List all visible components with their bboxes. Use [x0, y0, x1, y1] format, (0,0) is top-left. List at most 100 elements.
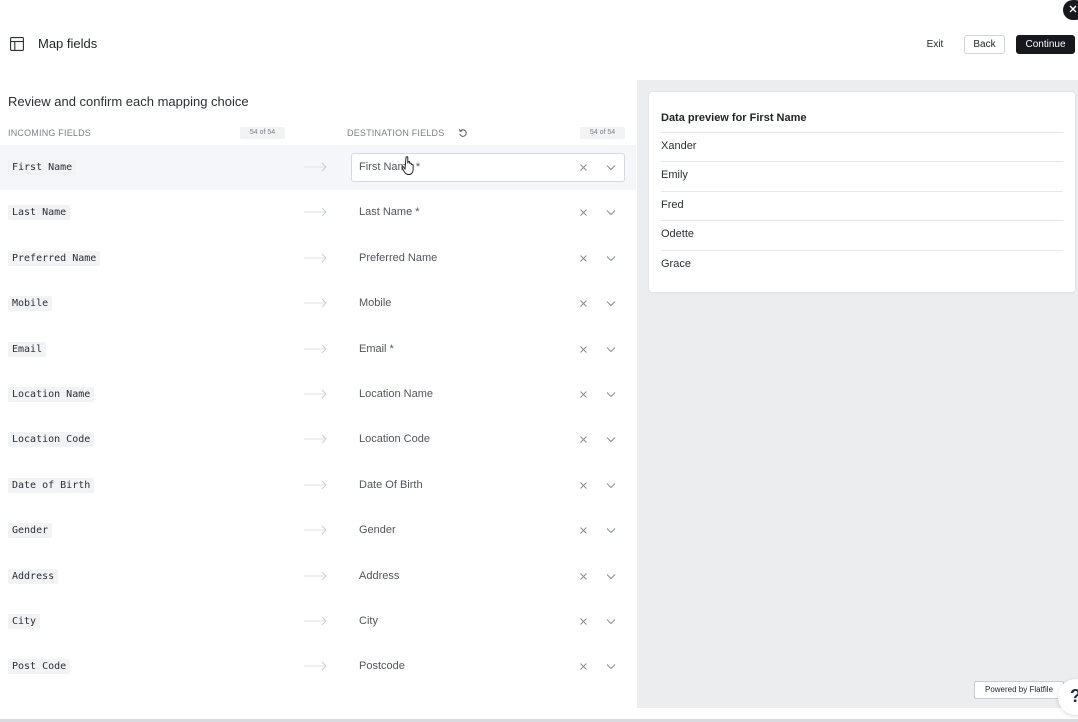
- preview-value: Odette: [661, 220, 1063, 249]
- destination-field-select[interactable]: Location Code: [351, 425, 625, 454]
- incoming-field-name: Email: [8, 341, 47, 357]
- close-icon[interactable]: [579, 390, 588, 399]
- incoming-field-name: Preferred Name: [8, 250, 101, 266]
- arrow-right-icon: [304, 435, 327, 444]
- arrow-right-icon: [304, 571, 327, 580]
- mapping-row: Last Name Last Name *: [0, 190, 636, 235]
- mapping-panel: Review and confirm each mapping choice I…: [0, 80, 636, 722]
- preview-value: Grace: [661, 249, 1063, 279]
- destination-field-label: Mobile: [359, 297, 392, 310]
- close-icon[interactable]: [579, 435, 588, 444]
- incoming-field-name: Mobile: [8, 296, 53, 312]
- destination-field-select[interactable]: First Name *: [351, 153, 625, 182]
- table-icon: [10, 37, 24, 51]
- destination-field-select[interactable]: City: [351, 607, 625, 636]
- destination-fields-header: DESTINATION FIELDS: [347, 128, 445, 138]
- incoming-field-name: Gender: [8, 523, 53, 539]
- close-icon[interactable]: [579, 572, 588, 581]
- destination-field-select[interactable]: Date Of Birth: [351, 471, 625, 500]
- close-icon[interactable]: [579, 163, 588, 172]
- chevron-down-icon[interactable]: [606, 300, 616, 307]
- close-icon: [1069, 5, 1077, 13]
- incoming-field-name: Post Code: [8, 659, 71, 675]
- destination-field-label: Address: [359, 569, 400, 582]
- close-icon[interactable]: [579, 254, 588, 263]
- destination-field-label: City: [359, 615, 378, 627]
- mapping-row: Location Code Location Code: [0, 417, 636, 462]
- destination-field-label: Gender: [359, 524, 396, 537]
- destination-field-label: Postcode: [359, 660, 405, 673]
- incoming-field-name: City: [8, 614, 41, 629]
- chevron-down-icon[interactable]: [606, 164, 616, 171]
- destination-field-select[interactable]: Location Name: [351, 380, 625, 409]
- back-button[interactable]: Back: [964, 35, 1005, 54]
- destination-field-label: Date Of Birth: [359, 478, 423, 491]
- incoming-field-name: Location Code: [8, 432, 95, 448]
- continue-button[interactable]: Continue: [1016, 35, 1075, 54]
- mapping-row: City City: [0, 599, 636, 644]
- arrow-right-icon: [304, 344, 327, 353]
- incoming-field-name: First Name: [8, 160, 77, 175]
- mapping-row: Preferred Name Preferred Name: [0, 236, 636, 281]
- chevron-down-icon[interactable]: [606, 573, 616, 580]
- destination-field-select[interactable]: Gender: [351, 516, 625, 545]
- page-title: Map fields: [38, 36, 98, 51]
- close-icon[interactable]: [579, 299, 588, 308]
- destination-count-badge: 54 of 54: [580, 127, 625, 139]
- powered-by-badge[interactable]: Powered by Flatfile: [974, 681, 1064, 699]
- incoming-field-name: Address: [8, 568, 59, 584]
- chevron-down-icon[interactable]: [606, 346, 616, 353]
- chevron-down-icon[interactable]: [606, 618, 616, 625]
- incoming-field-name: Location Name: [8, 387, 95, 402]
- mapping-row: Address Address: [0, 554, 636, 599]
- arrow-right-icon: [304, 616, 327, 626]
- close-icon[interactable]: [579, 481, 588, 490]
- mapping-row: Location Name Location Name: [0, 372, 636, 417]
- arrow-right-icon: [304, 662, 327, 671]
- incoming-fields-header: INCOMING FIELDS: [8, 128, 92, 138]
- arrow-right-icon: [304, 208, 327, 217]
- header: Map fields Exit Back Continue: [0, 0, 1078, 80]
- destination-field-label: Email *: [359, 342, 394, 355]
- close-icon[interactable]: [579, 617, 588, 626]
- mapping-row: First Name First Name *: [0, 145, 636, 190]
- reset-icon[interactable]: [458, 128, 468, 138]
- mapping-row: Date of Birth Date Of Birth: [0, 463, 636, 508]
- arrow-right-icon: [304, 525, 327, 535]
- help-icon: ?: [1070, 686, 1078, 707]
- mapping-row: Gender Gender: [0, 508, 636, 553]
- close-icon[interactable]: [579, 526, 588, 535]
- destination-field-select[interactable]: Email *: [351, 335, 625, 364]
- destination-field-select[interactable]: Preferred Name: [351, 244, 625, 273]
- mapping-row: Email Email *: [0, 327, 636, 372]
- close-icon[interactable]: [579, 345, 588, 354]
- close-icon[interactable]: [579, 208, 588, 217]
- destination-field-select[interactable]: Address: [351, 562, 625, 591]
- chevron-down-icon[interactable]: [606, 255, 616, 262]
- arrow-right-icon: [304, 162, 327, 172]
- chevron-down-icon[interactable]: [606, 391, 616, 398]
- mapping-row: Mobile Mobile: [0, 281, 636, 326]
- destination-field-select[interactable]: Mobile: [351, 289, 625, 318]
- chevron-down-icon[interactable]: [606, 209, 616, 216]
- chevron-down-icon[interactable]: [606, 482, 616, 489]
- chevron-down-icon[interactable]: [606, 436, 616, 443]
- preview-value: Fred: [661, 190, 1063, 220]
- chevron-down-icon[interactable]: [606, 663, 616, 670]
- mapping-row: Post Code Postcode: [0, 644, 636, 689]
- preview-title: Data preview for First Name: [661, 112, 807, 124]
- chevron-down-icon[interactable]: [606, 527, 616, 534]
- destination-field-label: Location Code: [359, 433, 430, 446]
- preview-panel: Data preview for First Name Xander Emily F…: [637, 80, 1078, 708]
- preview-value: Xander: [661, 132, 1063, 161]
- destination-field-select[interactable]: Postcode: [351, 652, 625, 681]
- exit-button[interactable]: Exit: [918, 35, 952, 54]
- close-icon[interactable]: [579, 662, 588, 671]
- data-preview-card: Data preview for First Name Xander Emily F…: [649, 92, 1075, 292]
- hand-cursor-icon: [401, 156, 414, 175]
- incoming-field-name: Date of Birth: [8, 477, 95, 493]
- close-button[interactable]: [1063, 0, 1078, 20]
- destination-field-label: Last Name *: [359, 206, 420, 219]
- arrow-right-icon: [304, 298, 327, 308]
- destination-field-select[interactable]: Last Name *: [351, 198, 625, 227]
